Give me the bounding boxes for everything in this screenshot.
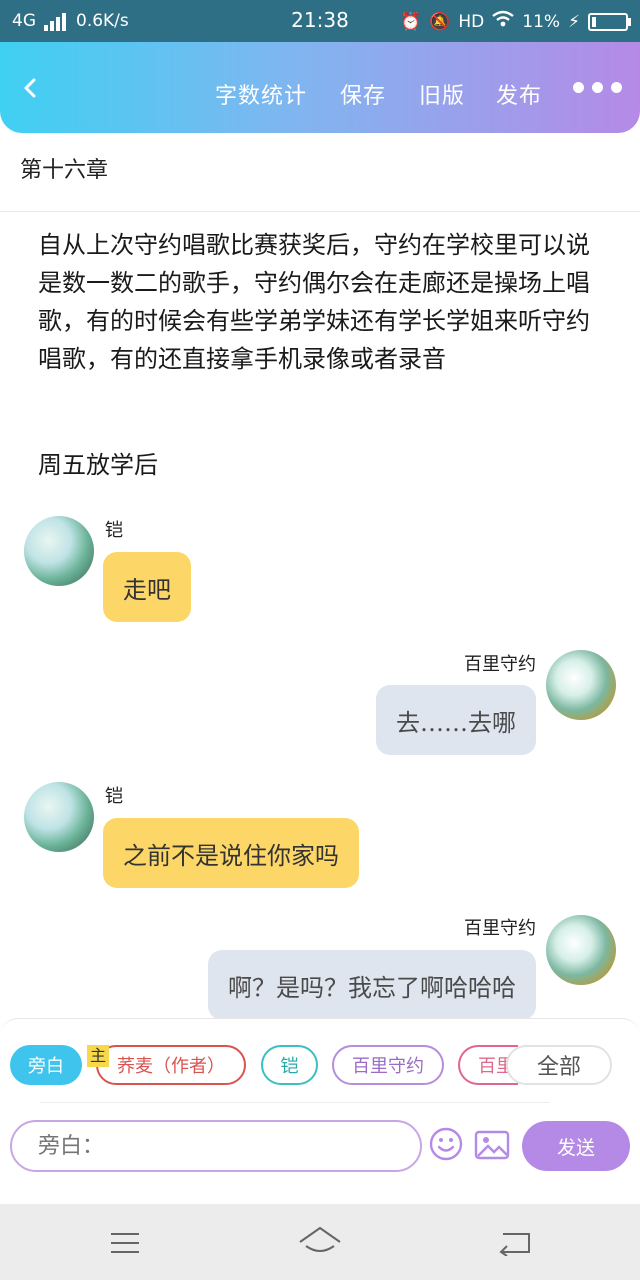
menu-icon[interactable] bbox=[110, 1232, 140, 1254]
speaker-name: 铠 bbox=[105, 520, 123, 541]
home-icon[interactable] bbox=[298, 1226, 342, 1258]
avatar[interactable] bbox=[24, 516, 94, 586]
status-bar: 4G 0.6K/s 21:38 ⏰ 🔕 HD 11% ⚡ bbox=[0, 0, 640, 42]
message-bubble[interactable]: 之前不是说住你家吗 bbox=[103, 818, 359, 888]
all-roles-button[interactable]: 全部 bbox=[506, 1045, 612, 1085]
charging-icon: ⚡ bbox=[568, 11, 580, 32]
hd-label: HD bbox=[458, 11, 485, 32]
avatar[interactable] bbox=[546, 650, 616, 720]
role-chip-author[interactable]: 荞麦（作者） bbox=[96, 1045, 246, 1085]
narration-paragraph[interactable]: 自从上次守约唱歌比赛获奖后，守约在学校里可以说是数一数二的歌手，守约偶尔会在走廊… bbox=[38, 226, 598, 378]
system-nav-bar bbox=[0, 1204, 640, 1280]
narration-paragraph[interactable]: 周五放学后 bbox=[38, 445, 158, 480]
alarm-icon: ⏰ bbox=[400, 11, 422, 32]
avatar[interactable] bbox=[546, 915, 616, 985]
avatar[interactable] bbox=[24, 782, 94, 852]
editor-toolbar: 字数统计 保存 旧版 发布 bbox=[0, 42, 640, 133]
divider bbox=[40, 1102, 550, 1103]
message-bubble[interactable]: 啊？是吗？我忘了啊哈哈哈 bbox=[208, 950, 536, 1020]
wifi-icon bbox=[492, 10, 515, 33]
back-chevron-icon[interactable] bbox=[20, 78, 40, 98]
save-button[interactable]: 保存 bbox=[340, 78, 386, 110]
message-input[interactable] bbox=[10, 1120, 422, 1172]
battery-percent: 11% bbox=[522, 11, 561, 32]
header-bar: 4G 0.6K/s 21:38 ⏰ 🔕 HD 11% ⚡ 字数统计 保存 旧版 … bbox=[0, 0, 640, 133]
image-icon[interactable] bbox=[474, 1130, 510, 1160]
publish-button[interactable]: 发布 bbox=[496, 78, 542, 110]
chapter-title[interactable]: 第十六章 bbox=[20, 152, 108, 184]
role-chip-kai[interactable]: 铠 bbox=[261, 1045, 318, 1085]
message-bubble[interactable]: 去……去哪 bbox=[376, 685, 536, 755]
message-bubble[interactable]: 走吧 bbox=[103, 552, 191, 622]
role-chip-baili[interactable]: 百里守约 bbox=[332, 1045, 444, 1085]
send-button[interactable]: 发送 bbox=[522, 1121, 630, 1171]
divider bbox=[0, 211, 640, 212]
speaker-name: 百里守约 bbox=[464, 918, 536, 939]
emoji-icon[interactable] bbox=[429, 1127, 463, 1161]
word-count-button[interactable]: 字数统计 bbox=[215, 78, 307, 110]
mute-icon: 🔕 bbox=[429, 11, 451, 32]
battery-icon bbox=[588, 12, 631, 31]
old-version-button[interactable]: 旧版 bbox=[419, 78, 465, 110]
speaker-name: 铠 bbox=[105, 786, 123, 807]
speaker-name: 百里守约 bbox=[464, 654, 536, 675]
more-icon[interactable] bbox=[573, 82, 622, 93]
back-icon[interactable] bbox=[497, 1230, 531, 1256]
role-chip-narrator[interactable]: 旁白 bbox=[10, 1045, 82, 1085]
main-badge: 主 bbox=[87, 1045, 109, 1067]
